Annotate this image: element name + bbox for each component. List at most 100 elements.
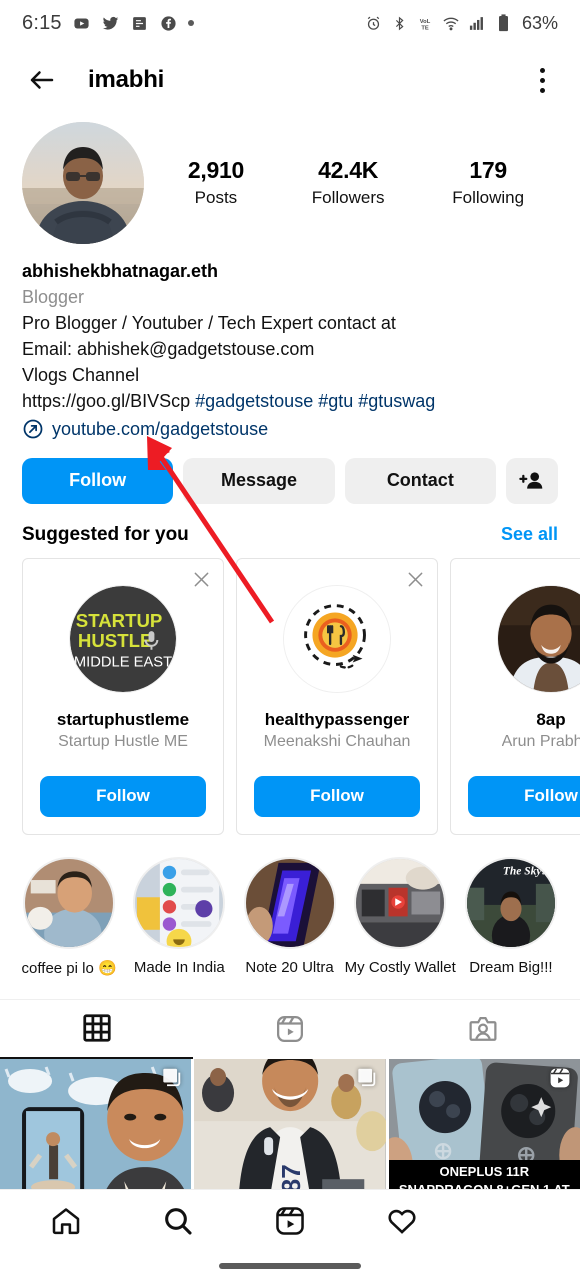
suggested-username[interactable]: healthypassenger bbox=[265, 710, 410, 730]
svg-text:MIDDLE EAST: MIDDLE EAST bbox=[74, 654, 172, 670]
back-button[interactable] bbox=[22, 60, 62, 100]
stat-followers[interactable]: 42.4K Followers bbox=[312, 156, 385, 210]
svg-text:STARTUP: STARTUP bbox=[76, 610, 163, 631]
nav-reels[interactable] bbox=[234, 1205, 346, 1237]
signal-icon bbox=[468, 14, 487, 33]
page-title: imabhi bbox=[88, 66, 165, 93]
highlight-cover bbox=[133, 856, 226, 949]
search-icon bbox=[165, 1208, 192, 1235]
bluetooth-icon bbox=[390, 14, 409, 33]
profile-tabs bbox=[0, 998, 580, 1059]
multi-post-icon bbox=[161, 1066, 183, 1093]
profile-header: 2,910 Posts 42.4K Followers 179 Followin… bbox=[0, 114, 580, 244]
message-button[interactable]: Message bbox=[183, 457, 335, 504]
suggested-fullname: Startup Hustle ME bbox=[58, 732, 188, 750]
bio-line-3: Vlogs Channel bbox=[22, 365, 140, 386]
external-link[interactable]: youtube.com/gadgetstouse bbox=[52, 416, 268, 442]
add-person-button[interactable] bbox=[505, 457, 558, 504]
highlight-item[interactable]: coffee pi lo 😁 bbox=[14, 856, 124, 977]
contact-button[interactable]: Contact bbox=[344, 457, 496, 504]
dismiss-icon[interactable] bbox=[189, 568, 213, 592]
startup-hustle-logo: STARTUP HUSTLE MIDDLE EAST bbox=[70, 585, 176, 692]
add-person-icon bbox=[519, 471, 543, 489]
suggested-card[interactable]: 8ap Arun Prabhud Follow bbox=[450, 557, 580, 835]
follow-button[interactable]: Follow bbox=[22, 457, 174, 504]
highlight-item[interactable]: My Costly Wallet bbox=[344, 856, 456, 977]
posts-count: 2,910 bbox=[187, 157, 244, 184]
post-caption-line1: ONEPLUS 11R bbox=[439, 1164, 530, 1180]
grid-icon bbox=[83, 1014, 111, 1042]
dismiss-icon[interactable] bbox=[403, 568, 427, 592]
suggested-card[interactable]: STARTUP HUSTLE MIDDLE EAST startuphustle… bbox=[22, 557, 224, 835]
highlight-label: My Costly Wallet bbox=[344, 958, 456, 976]
link-icon bbox=[22, 418, 44, 440]
bottom-navigation bbox=[0, 1189, 580, 1284]
display-name: abhishekbhatnagar.eth bbox=[22, 261, 219, 281]
bio-url-line: https://goo.gl/BIVScp #gadgetstouse #gtu… bbox=[22, 388, 558, 414]
highlight-cover bbox=[243, 856, 336, 949]
tab-grid[interactable] bbox=[0, 1000, 194, 1059]
nav-home[interactable] bbox=[10, 1205, 122, 1237]
stat-posts[interactable]: 2,910 Posts bbox=[188, 156, 244, 210]
battery-icon bbox=[494, 14, 513, 33]
tab-tagged[interactable] bbox=[387, 1000, 580, 1059]
highlight-cover bbox=[23, 856, 116, 949]
following-count: 179 bbox=[469, 157, 507, 184]
volte-icon: VoL TE bbox=[416, 14, 435, 33]
external-link-row[interactable]: youtube.com/gadgetstouse bbox=[22, 416, 558, 442]
suggested-fullname: Arun Prabhud bbox=[501, 732, 580, 750]
suggested-username[interactable]: startuphustleme bbox=[57, 710, 189, 730]
phone-cover bbox=[245, 858, 334, 947]
top-app-bar: imabhi bbox=[0, 46, 580, 114]
twitter-icon bbox=[101, 14, 120, 33]
suggested-follow-button[interactable]: Follow bbox=[254, 775, 420, 817]
suggested-username[interactable]: 8ap bbox=[536, 710, 565, 730]
facebook-icon bbox=[159, 14, 178, 33]
avatar[interactable] bbox=[22, 122, 144, 244]
profile-actions: Follow Message Contact bbox=[0, 442, 580, 504]
more-options-button[interactable] bbox=[526, 60, 558, 100]
highlight-label: Note 20 Ultra bbox=[245, 958, 334, 976]
suggested-carousel[interactable]: STARTUP HUSTLE MIDDLE EAST startuphustle… bbox=[0, 546, 580, 835]
tab-reels[interactable] bbox=[193, 1000, 386, 1059]
nav-activity[interactable] bbox=[346, 1205, 458, 1237]
suggested-card[interactable]: healthypassenger Meenakshi Chauhan Follo… bbox=[236, 557, 438, 835]
tagged-icon bbox=[469, 1017, 497, 1042]
bio-hashtags[interactable]: #gadgetstouse #gtu #gtuswag bbox=[195, 391, 435, 411]
suggested-follow-button[interactable]: Follow bbox=[468, 775, 580, 817]
man-portrait bbox=[498, 585, 580, 692]
svg-text:The Sky!: The Sky! bbox=[503, 865, 546, 877]
multi-post-icon bbox=[356, 1066, 378, 1093]
dot-icon bbox=[187, 20, 194, 26]
reels-icon bbox=[276, 1016, 303, 1043]
suggested-title: Suggested for you bbox=[22, 523, 189, 545]
see-all-link[interactable]: See all bbox=[501, 524, 558, 545]
gesture-bar bbox=[219, 1263, 361, 1269]
highlight-item[interactable]: Note 20 Ultra bbox=[234, 856, 344, 977]
food-plate-logo bbox=[284, 585, 390, 692]
highlight-cover: The Sky! bbox=[464, 856, 557, 949]
bio-line-1: Pro Blogger / Youtuber / Tech Expert con… bbox=[22, 313, 396, 334]
svg-text:HUSTLE: HUSTLE bbox=[78, 630, 153, 651]
followers-count: 42.4K bbox=[318, 157, 379, 184]
suggested-avatar bbox=[497, 584, 580, 693]
highlight-cover bbox=[354, 856, 447, 949]
phone-screen: 6:15 VoL TE 63% imabhi 2,910 Posts 42.4K… bbox=[0, 0, 580, 1284]
status-time: 6:15 bbox=[22, 11, 62, 34]
nav-search[interactable] bbox=[122, 1205, 234, 1237]
suggested-avatar: STARTUP HUSTLE MIDDLE EAST bbox=[69, 584, 177, 693]
youtube-icon bbox=[72, 14, 91, 33]
highlight-item[interactable]: Made In India bbox=[124, 856, 234, 977]
bottom-nav-row bbox=[0, 1190, 580, 1252]
back-arrow-icon bbox=[30, 71, 54, 89]
status-bar-right: VoL TE 63% bbox=[364, 13, 558, 34]
reels-icon bbox=[548, 1066, 572, 1095]
alarm-icon bbox=[364, 14, 383, 33]
stat-following[interactable]: 179 Following bbox=[452, 156, 524, 210]
chat-cover bbox=[135, 858, 224, 947]
suggested-follow-button[interactable]: Follow bbox=[40, 775, 206, 817]
highlight-item[interactable]: The Sky! Dream Big!!! bbox=[456, 856, 566, 977]
reels-icon bbox=[276, 1207, 304, 1235]
coffee-cover bbox=[25, 858, 114, 947]
svg-text:TE: TE bbox=[422, 25, 430, 31]
